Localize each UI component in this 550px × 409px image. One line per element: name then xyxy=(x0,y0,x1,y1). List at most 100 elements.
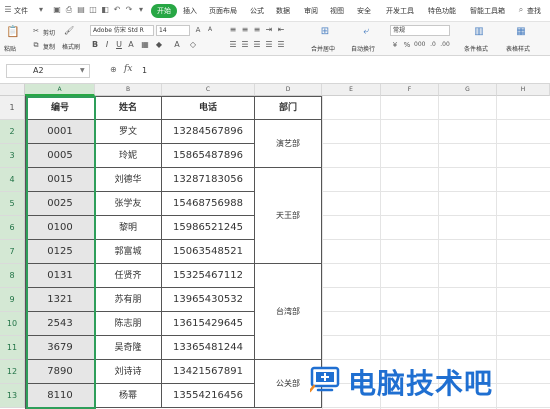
header-cell-phone[interactable]: 电话 xyxy=(162,97,255,120)
font-color-icon[interactable]: A xyxy=(172,40,182,50)
row-header-12[interactable]: 12 xyxy=(0,360,25,384)
border-icon[interactable]: ▦ xyxy=(140,40,150,50)
tab-review[interactable]: 审阅 xyxy=(304,4,318,18)
table-cell-phone[interactable]: 15063548521 xyxy=(162,240,255,264)
department-cell[interactable]: 台湾部 xyxy=(255,264,322,360)
column-header-f[interactable]: F xyxy=(381,84,439,96)
underline-icon[interactable]: U xyxy=(114,40,124,50)
table-cell-id[interactable]: 0131 xyxy=(26,264,95,288)
increase-font-icon[interactable]: A xyxy=(193,25,203,35)
table-cell-phone[interactable]: 15986521245 xyxy=(162,216,255,240)
department-cell[interactable]: 演艺部 xyxy=(255,120,322,168)
column-header-a[interactable]: A xyxy=(25,84,95,96)
format-painter-button[interactable]: 格式刷 xyxy=(62,42,80,51)
align-right-icon[interactable]: ☰ xyxy=(252,40,262,50)
bold-icon[interactable]: B xyxy=(90,40,100,50)
decrease-font-icon[interactable]: A xyxy=(205,25,215,35)
thousands-icon[interactable]: 000 xyxy=(414,40,425,50)
column-header-g[interactable]: G xyxy=(439,84,497,96)
table-cell-id[interactable]: 8110 xyxy=(26,384,95,408)
merge-center-button[interactable]: 合并居中 xyxy=(311,44,335,53)
align-bottom-icon[interactable]: ≡ xyxy=(252,25,262,35)
cut-button[interactable]: 剪切 xyxy=(43,28,55,37)
redo-icon[interactable]: ↷ xyxy=(124,5,134,15)
table-cell-id[interactable]: 0025 xyxy=(26,192,95,216)
dropdown-icon[interactable]: ▾ xyxy=(36,5,46,15)
font-size-select[interactable]: 14 xyxy=(156,25,190,36)
row-header-4[interactable]: 4 xyxy=(0,168,25,192)
row-header-7[interactable]: 7 xyxy=(0,240,25,264)
conditional-format-button[interactable]: 条件格式 xyxy=(464,44,488,53)
search-icon[interactable]: ⌕ xyxy=(516,5,526,15)
table-cell-id[interactable]: 0100 xyxy=(26,216,95,240)
table-cell-id[interactable]: 0125 xyxy=(26,240,95,264)
table-cell-phone[interactable]: 15865487896 xyxy=(162,144,255,168)
row-header-10[interactable]: 10 xyxy=(0,312,25,336)
tab-developer[interactable]: 开发工具 xyxy=(386,4,414,18)
table-style-button[interactable]: 表格样式 xyxy=(506,44,530,53)
strikethrough-icon[interactable]: A xyxy=(126,40,136,50)
function-icon[interactable]: fx xyxy=(124,64,132,74)
table-cell-phone[interactable]: 15468756988 xyxy=(162,192,255,216)
table-cell-name[interactable]: 杨幂 xyxy=(95,384,162,408)
table-style-icon[interactable]: ▦ xyxy=(514,25,528,39)
format-painter-icon[interactable]: 🖌 xyxy=(64,26,74,36)
table-cell-id[interactable]: 1321 xyxy=(26,288,95,312)
header-cell-id[interactable]: 编号 xyxy=(26,97,95,120)
column-header-c[interactable]: C xyxy=(162,84,255,96)
name-box[interactable]: A2 xyxy=(6,64,90,78)
number-format-select[interactable]: 常规 xyxy=(390,25,450,36)
align-left-icon[interactable]: ☰ xyxy=(228,40,238,50)
table-cell-name[interactable]: 任贤齐 xyxy=(95,264,162,288)
print-icon[interactable]: ⎙ xyxy=(64,5,74,15)
conditional-format-icon[interactable]: ▥ xyxy=(472,25,486,39)
file-menu[interactable]: 文件 xyxy=(14,4,28,18)
table-cell-id[interactable]: 0015 xyxy=(26,168,95,192)
department-cell[interactable]: 天王部 xyxy=(255,168,322,264)
paste-icon[interactable]: 📋 xyxy=(6,25,20,39)
table-cell-phone[interactable]: 13615429645 xyxy=(162,312,255,336)
table-cell-name[interactable]: 黎明 xyxy=(95,216,162,240)
row-header-9[interactable]: 9 xyxy=(0,288,25,312)
zoom-icon[interactable]: ⊕ xyxy=(110,65,117,74)
row-header-2[interactable]: 2 xyxy=(0,120,25,144)
tab-insert[interactable]: 插入 xyxy=(183,4,197,18)
table-cell-name[interactable]: 郭富城 xyxy=(95,240,162,264)
header-cell-name[interactable]: 姓名 xyxy=(95,97,162,120)
header-cell-dept[interactable]: 部门 xyxy=(255,97,322,120)
align-top-icon[interactable]: ≡ xyxy=(228,25,238,35)
percent-icon[interactable]: % xyxy=(402,40,412,50)
select-all-corner[interactable] xyxy=(0,84,25,96)
font-name-select[interactable]: Adobe 仿宋 Std R xyxy=(90,25,154,36)
clear-format-icon[interactable]: ◇ xyxy=(188,40,198,50)
table-cell-id[interactable]: 0005 xyxy=(26,144,95,168)
menu-icon[interactable]: ☰ xyxy=(3,5,13,15)
distribute-icon[interactable]: ☰ xyxy=(276,40,286,50)
wrap-text-button[interactable]: 自动换行 xyxy=(351,44,375,53)
table-cell-name[interactable]: 玲妮 xyxy=(95,144,162,168)
cut-icon[interactable]: ✂ xyxy=(31,26,41,36)
export-icon[interactable]: ▤ xyxy=(76,5,86,15)
tab-smart-toolbox[interactable]: 智能工具箱 xyxy=(470,4,505,18)
merge-center-icon[interactable]: ⊞ xyxy=(318,25,332,39)
table-cell-phone[interactable]: 13287183056 xyxy=(162,168,255,192)
tab-page-layout[interactable]: 页面布局 xyxy=(209,4,237,18)
table-cell-name[interactable]: 张学友 xyxy=(95,192,162,216)
table-cell-id[interactable]: 2543 xyxy=(26,312,95,336)
save-icon[interactable]: ▣ xyxy=(52,5,62,15)
table-cell-name[interactable]: 刘诗诗 xyxy=(95,360,162,384)
table-cell-name[interactable]: 陈志朋 xyxy=(95,312,162,336)
table-cell-id[interactable]: 3679 xyxy=(26,336,95,360)
italic-icon[interactable]: I xyxy=(102,40,112,50)
row-header-5[interactable]: 5 xyxy=(0,192,25,216)
increase-decimal-icon[interactable]: .0 xyxy=(428,40,438,50)
currency-icon[interactable]: ¥ xyxy=(390,40,400,50)
outdent-icon[interactable]: ⇤ xyxy=(276,25,286,35)
format-icon[interactable]: ◧ xyxy=(100,5,110,15)
column-header-b[interactable]: B xyxy=(95,84,162,96)
tab-home[interactable]: 开始 xyxy=(151,4,177,18)
row-header-6[interactable]: 6 xyxy=(0,216,25,240)
row-header-1[interactable]: 1 xyxy=(0,96,25,120)
table-cell-phone[interactable]: 13284567896 xyxy=(162,120,255,144)
tab-view[interactable]: 视图 xyxy=(330,4,344,18)
